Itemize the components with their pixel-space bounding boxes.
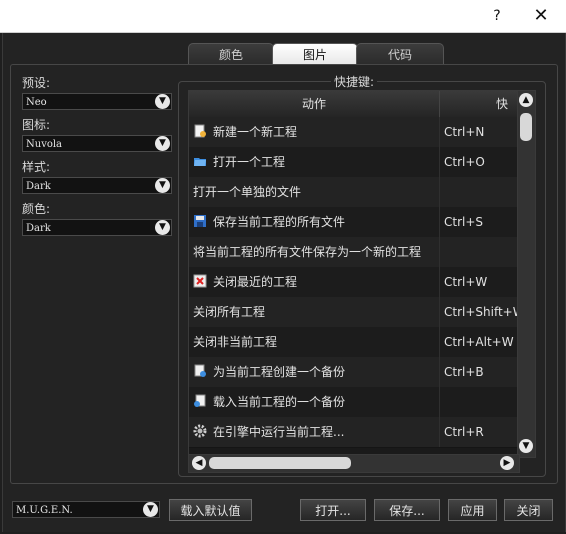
chevron-down-icon[interactable]: ▼ (143, 502, 158, 517)
action-label: 打开一个单独的文件 (193, 185, 302, 199)
table-row[interactable]: 新建一个新工程 Ctrl+N (189, 117, 519, 148)
vertical-scrollbar[interactable]: ▲ ▼ (517, 90, 536, 458)
table-row[interactable]: 载入当前工程的一个备份 (189, 387, 519, 418)
chevron-down-icon[interactable]: ▼ (155, 94, 170, 109)
shortcut-cell: Ctrl+Alt+W (439, 327, 519, 357)
title-bar: ? ✕ (0, 0, 566, 33)
style-value: Dark (26, 181, 51, 192)
shortcut-cell (439, 177, 519, 207)
engine-select[interactable]: M.U.G.E.N. ▼ (12, 501, 160, 518)
action-label: 保存当前工程的所有文件 (213, 215, 346, 229)
table-row[interactable]: 保存当前工程的所有文件 Ctrl+S (189, 207, 519, 238)
style-select[interactable]: Dark ▼ (22, 177, 172, 194)
restore-backup-icon (193, 389, 207, 407)
table-row[interactable]: 关闭非当前工程 Ctrl+Alt+W (189, 327, 519, 358)
table-header: 动作 快捷 (189, 91, 519, 137)
icons-select[interactable]: Nuvola ▼ (22, 135, 172, 152)
tab-code[interactable]: 代码 (356, 43, 444, 66)
close-window-button[interactable]: ✕ (526, 4, 556, 28)
action-cell: 在引擎中运行当前工程... (193, 417, 435, 447)
scroll-right-icon[interactable]: ▶ (500, 456, 514, 470)
open-folder-icon (193, 149, 207, 166)
open-button[interactable]: 打开... (300, 499, 366, 521)
action-label: 关闭非当前工程 (193, 335, 278, 349)
action-cell: 为当前工程创建一个备份 (193, 357, 435, 387)
column-header-action[interactable]: 动作 (189, 91, 439, 117)
action-label: 将当前工程的所有文件保存为一个新的工程 (193, 245, 422, 259)
table-row[interactable]: 关闭所有工程 Ctrl+Shift+W (189, 297, 519, 328)
action-cell: 新建一个新工程 (193, 117, 435, 147)
action-cell: 载入当前工程的一个备份 (193, 387, 435, 417)
backup-icon (193, 359, 207, 377)
preset-label: 预设: (22, 76, 51, 90)
save-icon (193, 209, 207, 227)
table-row[interactable]: 关闭最近的工程 Ctrl+W (189, 267, 519, 298)
shortcut-cell: Ctrl+R (439, 417, 519, 447)
shortcut-cell: Ctrl+S (439, 207, 519, 237)
color-select[interactable]: Dark ▼ (22, 219, 172, 236)
close-project-icon (193, 269, 207, 288)
horizontal-scroll-thumb[interactable] (209, 457, 351, 469)
table-row[interactable]: 打开一个工程 Ctrl+O (189, 147, 519, 178)
tab-colors[interactable]: 颜色 (188, 43, 274, 66)
scroll-left-icon[interactable]: ◀ (192, 456, 206, 470)
color-value: Dark (26, 223, 51, 234)
action-label: 打开一个工程 (213, 155, 286, 169)
shortcut-cell: Ctrl+N (439, 117, 519, 147)
action-label: 为当前工程创建一个备份 (213, 365, 346, 379)
color-label: 颜色: (22, 202, 51, 216)
table-row[interactable]: 为当前工程创建一个备份 Ctrl+B (189, 357, 519, 388)
chevron-down-icon[interactable]: ▼ (155, 178, 170, 193)
scroll-down-icon[interactable]: ▼ (519, 439, 533, 453)
action-cell: 关闭最近的工程 (193, 267, 435, 297)
action-cell: 关闭非当前工程 (193, 327, 435, 357)
table-row[interactable]: 将当前工程的所有文件保存为一个新的工程 (189, 237, 519, 268)
tab-images[interactable]: 图片 (272, 43, 358, 66)
load-defaults-button[interactable]: 载入默认值 (169, 499, 252, 521)
apply-button[interactable]: 应用 (448, 499, 497, 521)
action-label: 关闭最近的工程 (213, 275, 298, 289)
chevron-down-icon[interactable]: ▼ (155, 136, 170, 151)
shortcut-cell: Ctrl+W (439, 267, 519, 297)
shortcut-cell (439, 237, 519, 267)
shortcut-cell: Ctrl+O (439, 147, 519, 177)
horizontal-scrollbar[interactable]: ◀ ▶ (188, 454, 520, 473)
shortcut-cell (439, 387, 519, 417)
action-cell: 打开一个单独的文件 (193, 177, 435, 207)
table-row[interactable]: 在引擎中运行当前工程... Ctrl+R (189, 417, 519, 448)
help-button[interactable]: ? (485, 6, 509, 26)
chevron-down-icon[interactable]: ▼ (155, 220, 170, 235)
icons-value: Nuvola (26, 139, 63, 150)
shortcut-cell: Ctrl+B (439, 357, 519, 387)
vertical-scroll-thumb[interactable] (520, 113, 532, 141)
action-label: 载入当前工程的一个备份 (213, 395, 346, 409)
preset-value: Neo (26, 97, 47, 108)
scroll-up-icon[interactable]: ▲ (519, 93, 533, 107)
new-project-icon (193, 119, 207, 138)
shortcuts-title: 快捷键: (331, 73, 378, 90)
gear-icon (193, 419, 207, 438)
save-button[interactable]: 保存... (374, 499, 440, 521)
shortcut-cell: Ctrl+Shift+W (439, 297, 519, 327)
action-cell: 关闭所有工程 (193, 297, 435, 327)
action-cell: 保存当前工程的所有文件 (193, 207, 435, 237)
action-label: 在引擎中运行当前工程... (213, 425, 345, 439)
icons-label: 图标: (22, 118, 51, 132)
action-cell: 打开一个工程 (193, 147, 435, 177)
close-button[interactable]: 关闭 (504, 499, 553, 521)
action-label: 关闭所有工程 (193, 305, 266, 319)
column-header-shortcut[interactable]: 快捷 (439, 91, 519, 137)
shortcuts-table: 动作 快捷 新建一个新工程 Ctrl+N 打开一个工程 Ctrl+O 打开一个单独的文件… (188, 90, 520, 458)
style-label: 样式: (22, 160, 51, 174)
action-label: 新建一个新工程 (213, 125, 298, 139)
preset-select[interactable]: Neo ▼ (22, 93, 172, 110)
action-cell: 将当前工程的所有文件保存为一个新的工程 (193, 237, 435, 267)
table-row[interactable]: 打开一个单独的文件 (189, 177, 519, 208)
engine-value: M.U.G.E.N. (16, 505, 73, 516)
